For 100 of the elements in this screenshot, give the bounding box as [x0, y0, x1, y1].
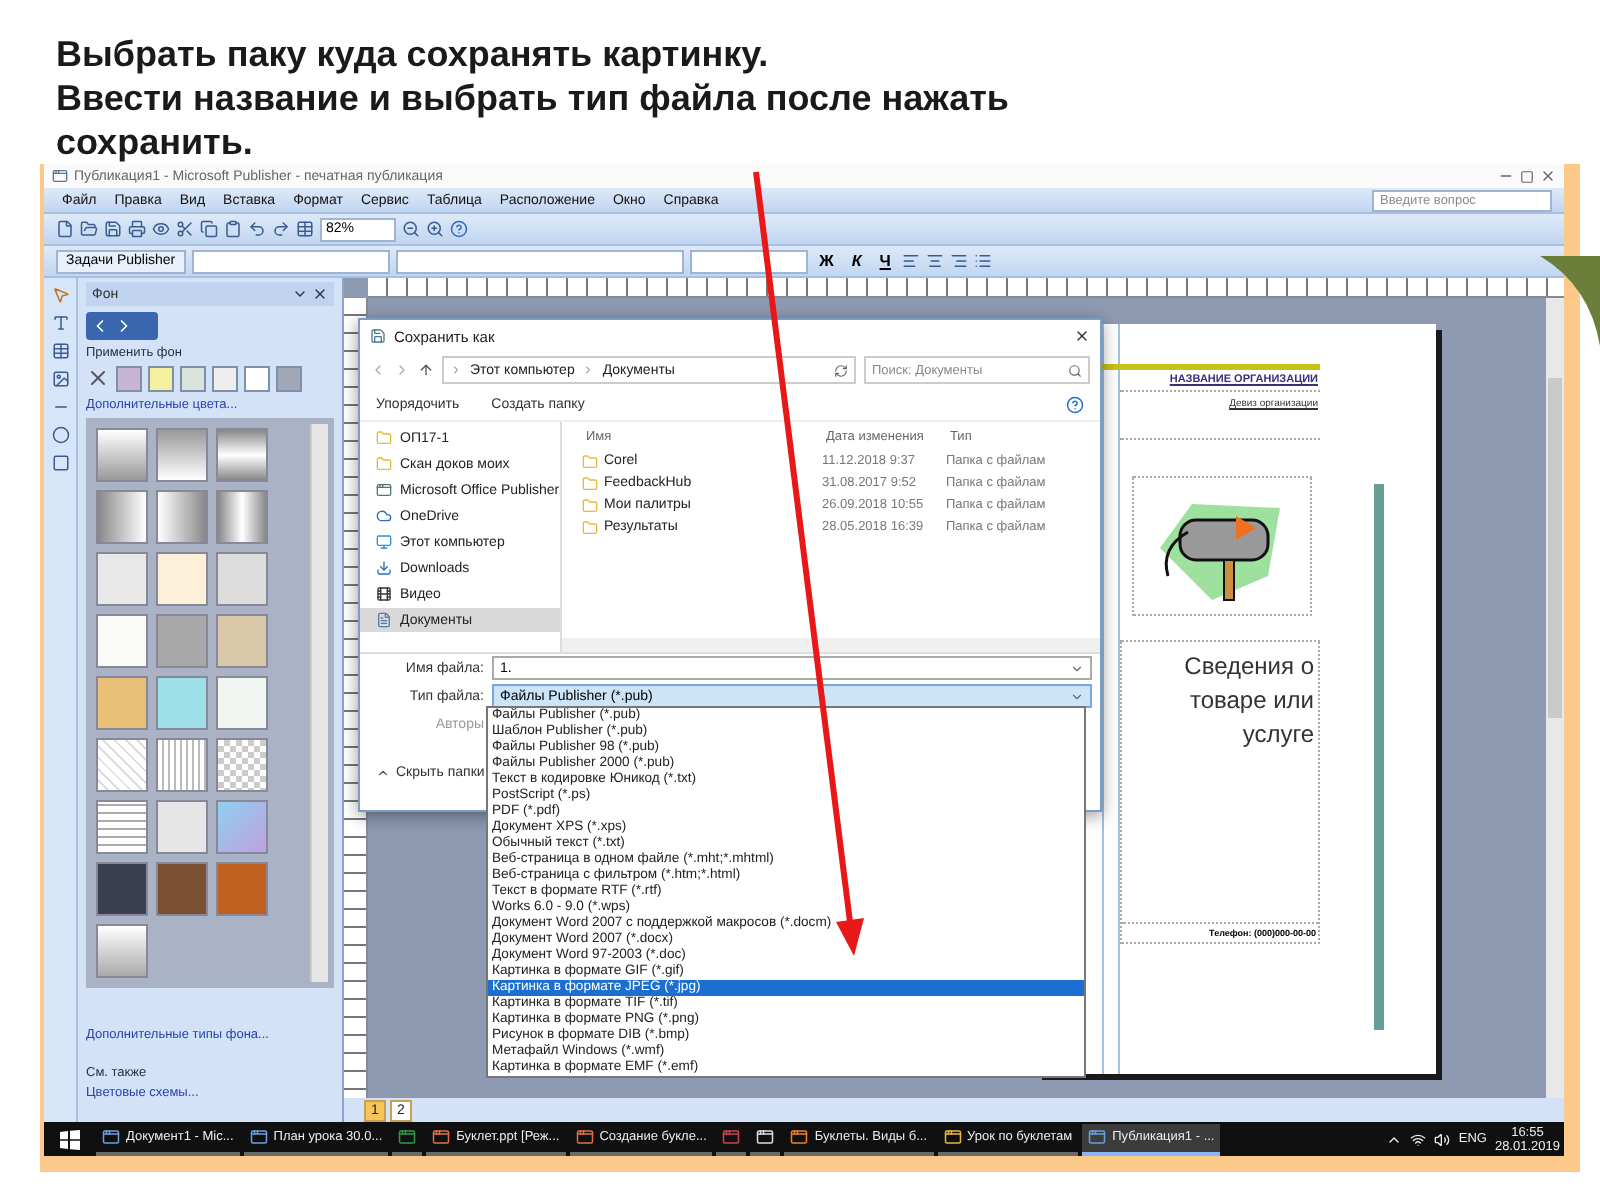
zoom-in-icon: [426, 220, 444, 238]
cloud-icon: [376, 508, 392, 524]
window-icon: [790, 1128, 809, 1146]
color-swatch[interactable]: [276, 366, 302, 392]
paste-icon: [224, 220, 242, 238]
format-button[interactable]: К: [845, 250, 868, 272]
align-right-icon: [950, 252, 969, 270]
dropdown-icon: [292, 286, 308, 302]
video-icon: [376, 586, 392, 602]
close-icon: [1540, 168, 1556, 184]
volume-icon: [1434, 1131, 1451, 1147]
document-icon: [376, 612, 392, 628]
folder-icon: [582, 453, 598, 469]
style-field[interactable]: [191, 249, 390, 273]
folder-icon: [582, 497, 598, 513]
window-icon: [756, 1128, 775, 1146]
maximize-icon: [1520, 169, 1534, 183]
fill-thumbnail[interactable]: [216, 800, 268, 854]
font-size-field[interactable]: [689, 249, 808, 273]
forward-icon: [394, 362, 410, 378]
align-left-icon: [902, 252, 921, 270]
new-document-icon: [56, 220, 74, 238]
window-icon: [249, 1128, 268, 1146]
back-icon: [370, 362, 386, 378]
pointer-icon: [51, 286, 69, 304]
color-swatch[interactable]: [244, 366, 270, 392]
fill-thumbnail[interactable]: [96, 428, 148, 482]
window-icon: [943, 1128, 962, 1146]
instruction-text: Ввести название и выбрать тип файла после нажать сохранить.: [56, 76, 1011, 164]
zoom-out-icon: [402, 220, 420, 238]
color-swatch[interactable]: [148, 366, 174, 392]
computer-icon: [376, 534, 392, 550]
fill-thumbnail[interactable]: [156, 800, 208, 854]
info-heading: Сведения о товаре или услуге: [1182, 650, 1316, 752]
fill-thumbnail[interactable]: [216, 738, 268, 792]
format-button[interactable]: Ч: [873, 250, 897, 272]
close-icon: [312, 286, 328, 302]
window-icon: [398, 1128, 417, 1146]
fill-thumbnail[interactable]: [216, 614, 268, 668]
fill-thumbnail[interactable]: [96, 800, 148, 854]
window-icon: [722, 1128, 741, 1146]
fill-thumbnail[interactable]: [156, 738, 208, 792]
redo-icon: [272, 220, 290, 238]
font-field[interactable]: [395, 249, 684, 273]
fill-thumbnail[interactable]: [96, 738, 148, 792]
rectangle-icon: [51, 454, 69, 472]
window-icon: [432, 1128, 451, 1146]
fill-thumbnail[interactable]: [156, 490, 208, 544]
save-icon: [104, 220, 122, 238]
no-fill-icon: [86, 366, 110, 390]
fill-thumbnail[interactable]: [96, 490, 148, 544]
windows-start-icon[interactable]: [60, 1129, 80, 1149]
window-icon: [575, 1128, 594, 1146]
fill-thumbnail[interactable]: [96, 862, 148, 916]
table-icon: [296, 220, 314, 238]
window-icon: [102, 1128, 120, 1146]
color-swatch[interactable]: [180, 366, 206, 392]
undo-icon: [248, 220, 266, 238]
fill-thumbnail[interactable]: [216, 862, 268, 916]
window-icon: [1088, 1128, 1107, 1146]
open-icon: [80, 220, 98, 238]
app-icon: [376, 482, 392, 498]
fill-thumbnail[interactable]: [156, 552, 208, 606]
color-swatch[interactable]: [212, 366, 238, 392]
scrollbar[interactable]: [310, 424, 328, 982]
chevron-icon: [582, 364, 595, 376]
fill-thumbnail[interactable]: [216, 676, 268, 730]
table-icon: [51, 342, 69, 360]
color-swatch[interactable]: [116, 366, 142, 392]
fill-thumbnail[interactable]: [156, 862, 208, 916]
text-icon: [51, 314, 69, 332]
help-icon: [450, 220, 468, 238]
fill-thumbnail[interactable]: [96, 614, 148, 668]
fill-thumbnail[interactable]: [96, 924, 148, 978]
list-icon: [974, 252, 993, 270]
chevron-icon: [450, 364, 462, 376]
help-icon: [1066, 395, 1084, 413]
scrollbar-thumb[interactable]: [1548, 378, 1562, 718]
fill-thumbnail[interactable]: [216, 552, 268, 606]
fill-thumbnail[interactable]: [156, 614, 208, 668]
horizontal-scrollbar[interactable]: [562, 638, 1100, 652]
format-button[interactable]: Ж: [813, 250, 840, 272]
instruction-text: Выбрать паку куда сохранять картинку.: [56, 32, 771, 76]
app-icon: [52, 168, 68, 184]
oval-icon: [51, 426, 69, 444]
fill-thumbnail[interactable]: [96, 552, 148, 606]
fill-thumbnail[interactable]: [156, 428, 208, 482]
fill-thumbnail[interactable]: [96, 676, 148, 730]
fill-thumbnail[interactable]: [216, 428, 268, 482]
print-icon: [128, 220, 146, 238]
fill-thumbnail[interactable]: [216, 490, 268, 544]
preview-icon: [152, 220, 170, 238]
copy-icon: [200, 220, 218, 238]
folder-icon: [376, 430, 392, 446]
fill-thumbnail[interactable]: [156, 676, 208, 730]
image-icon: [51, 370, 69, 388]
collapse-icon: [376, 766, 390, 780]
save-icon: [370, 328, 386, 344]
download-icon: [376, 560, 392, 576]
up-icon: [418, 362, 434, 378]
